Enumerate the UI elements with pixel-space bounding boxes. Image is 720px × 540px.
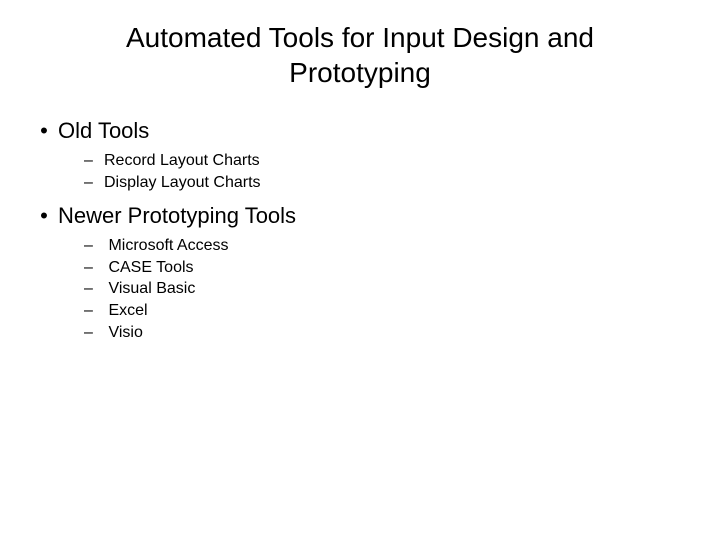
list-item: –Display Layout Charts bbox=[84, 172, 720, 194]
slide-title: Automated Tools for Input Design and Pro… bbox=[0, 20, 720, 90]
sub-list: –Record Layout Charts –Display Layout Ch… bbox=[84, 150, 720, 193]
dash-icon: – bbox=[84, 235, 104, 257]
list-item: – Excel bbox=[84, 300, 720, 322]
list-item: – Visual Basic bbox=[84, 278, 720, 300]
bullet-disc-icon: • bbox=[30, 118, 58, 144]
list-item-text: CASE Tools bbox=[108, 259, 193, 276]
list-item-text: Excel bbox=[108, 302, 147, 319]
dash-icon: – bbox=[84, 150, 104, 172]
section-heading: •Old Tools bbox=[30, 118, 720, 144]
dash-icon: – bbox=[84, 172, 104, 194]
section-heading-text: Old Tools bbox=[58, 118, 149, 143]
list-item-text: Record Layout Charts bbox=[104, 152, 260, 169]
list-item: – Visio bbox=[84, 322, 720, 344]
list-item-text: Visual Basic bbox=[108, 280, 195, 297]
slide-content: •Old Tools –Record Layout Charts –Displa… bbox=[0, 118, 720, 343]
section-heading-text: Newer Prototyping Tools bbox=[58, 203, 296, 228]
bullet-disc-icon: • bbox=[30, 203, 58, 229]
list-item-text: Display Layout Charts bbox=[104, 174, 261, 191]
list-item-text: Visio bbox=[108, 324, 142, 341]
list-item: – Microsoft Access bbox=[84, 235, 720, 257]
list-item: – CASE Tools bbox=[84, 257, 720, 279]
dash-icon: – bbox=[84, 257, 104, 279]
sub-list: – Microsoft Access – CASE Tools – Visual… bbox=[84, 235, 720, 343]
dash-icon: – bbox=[84, 300, 104, 322]
dash-icon: – bbox=[84, 322, 104, 344]
list-item: –Record Layout Charts bbox=[84, 150, 720, 172]
section-heading: •Newer Prototyping Tools bbox=[30, 203, 720, 229]
dash-icon: – bbox=[84, 278, 104, 300]
list-item-text: Microsoft Access bbox=[108, 237, 228, 254]
